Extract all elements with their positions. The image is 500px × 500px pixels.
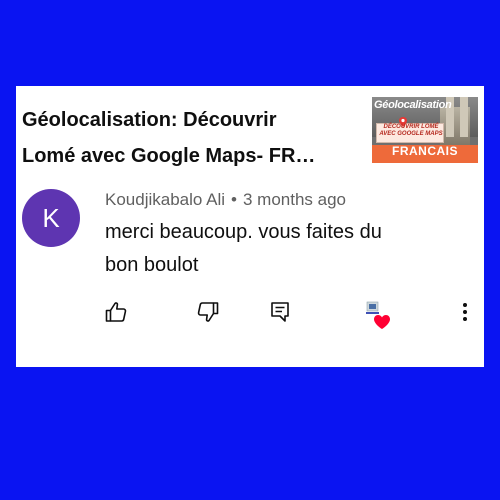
comment-author[interactable]: Koudjikabalo Ali bbox=[105, 190, 225, 209]
thumbnail-language: FRANCAIS bbox=[392, 144, 458, 158]
comment-card: Géolocalisation: Découvrir Lomé avec Goo… bbox=[16, 86, 484, 367]
video-title[interactable]: Géolocalisation: Découvrir Lomé avec Goo… bbox=[22, 102, 362, 174]
comment-icon[interactable] bbox=[268, 300, 292, 324]
meta-separator: • bbox=[231, 190, 237, 209]
thumbnail-title: Géolocalisation bbox=[374, 99, 452, 111]
video-title-line-2: Lomé avec Google Maps- FR… bbox=[22, 145, 316, 167]
creator-heart-icon bbox=[366, 301, 390, 329]
thumb-down-icon[interactable] bbox=[196, 300, 220, 324]
comment-meta: Koudjikabalo Ali • 3 months ago bbox=[105, 190, 346, 210]
comment-text-line-1: merci beaucoup. vous faites du bbox=[105, 221, 382, 243]
thumbnail-subtitle: DÉCOUVRIR LOMÉ AVEC GOOGLE MAPS bbox=[379, 124, 443, 137]
video-thumbnail[interactable]: Géolocalisation DÉCOUVRIR LOMÉ AVEC GOOG… bbox=[372, 97, 478, 163]
avatar[interactable]: K bbox=[22, 189, 80, 247]
comment-text: merci beaucoup. vous faites du bon boulo… bbox=[105, 216, 465, 282]
video-title-line-1: Géolocalisation: Découvrir bbox=[22, 109, 277, 131]
thumb-up-icon[interactable] bbox=[104, 300, 128, 324]
comment-text-line-2: bon boulot bbox=[105, 254, 199, 276]
thumbnail-pillar bbox=[460, 97, 468, 137]
more-vertical-icon[interactable] bbox=[458, 300, 472, 324]
comment-time: 3 months ago bbox=[242, 190, 346, 209]
